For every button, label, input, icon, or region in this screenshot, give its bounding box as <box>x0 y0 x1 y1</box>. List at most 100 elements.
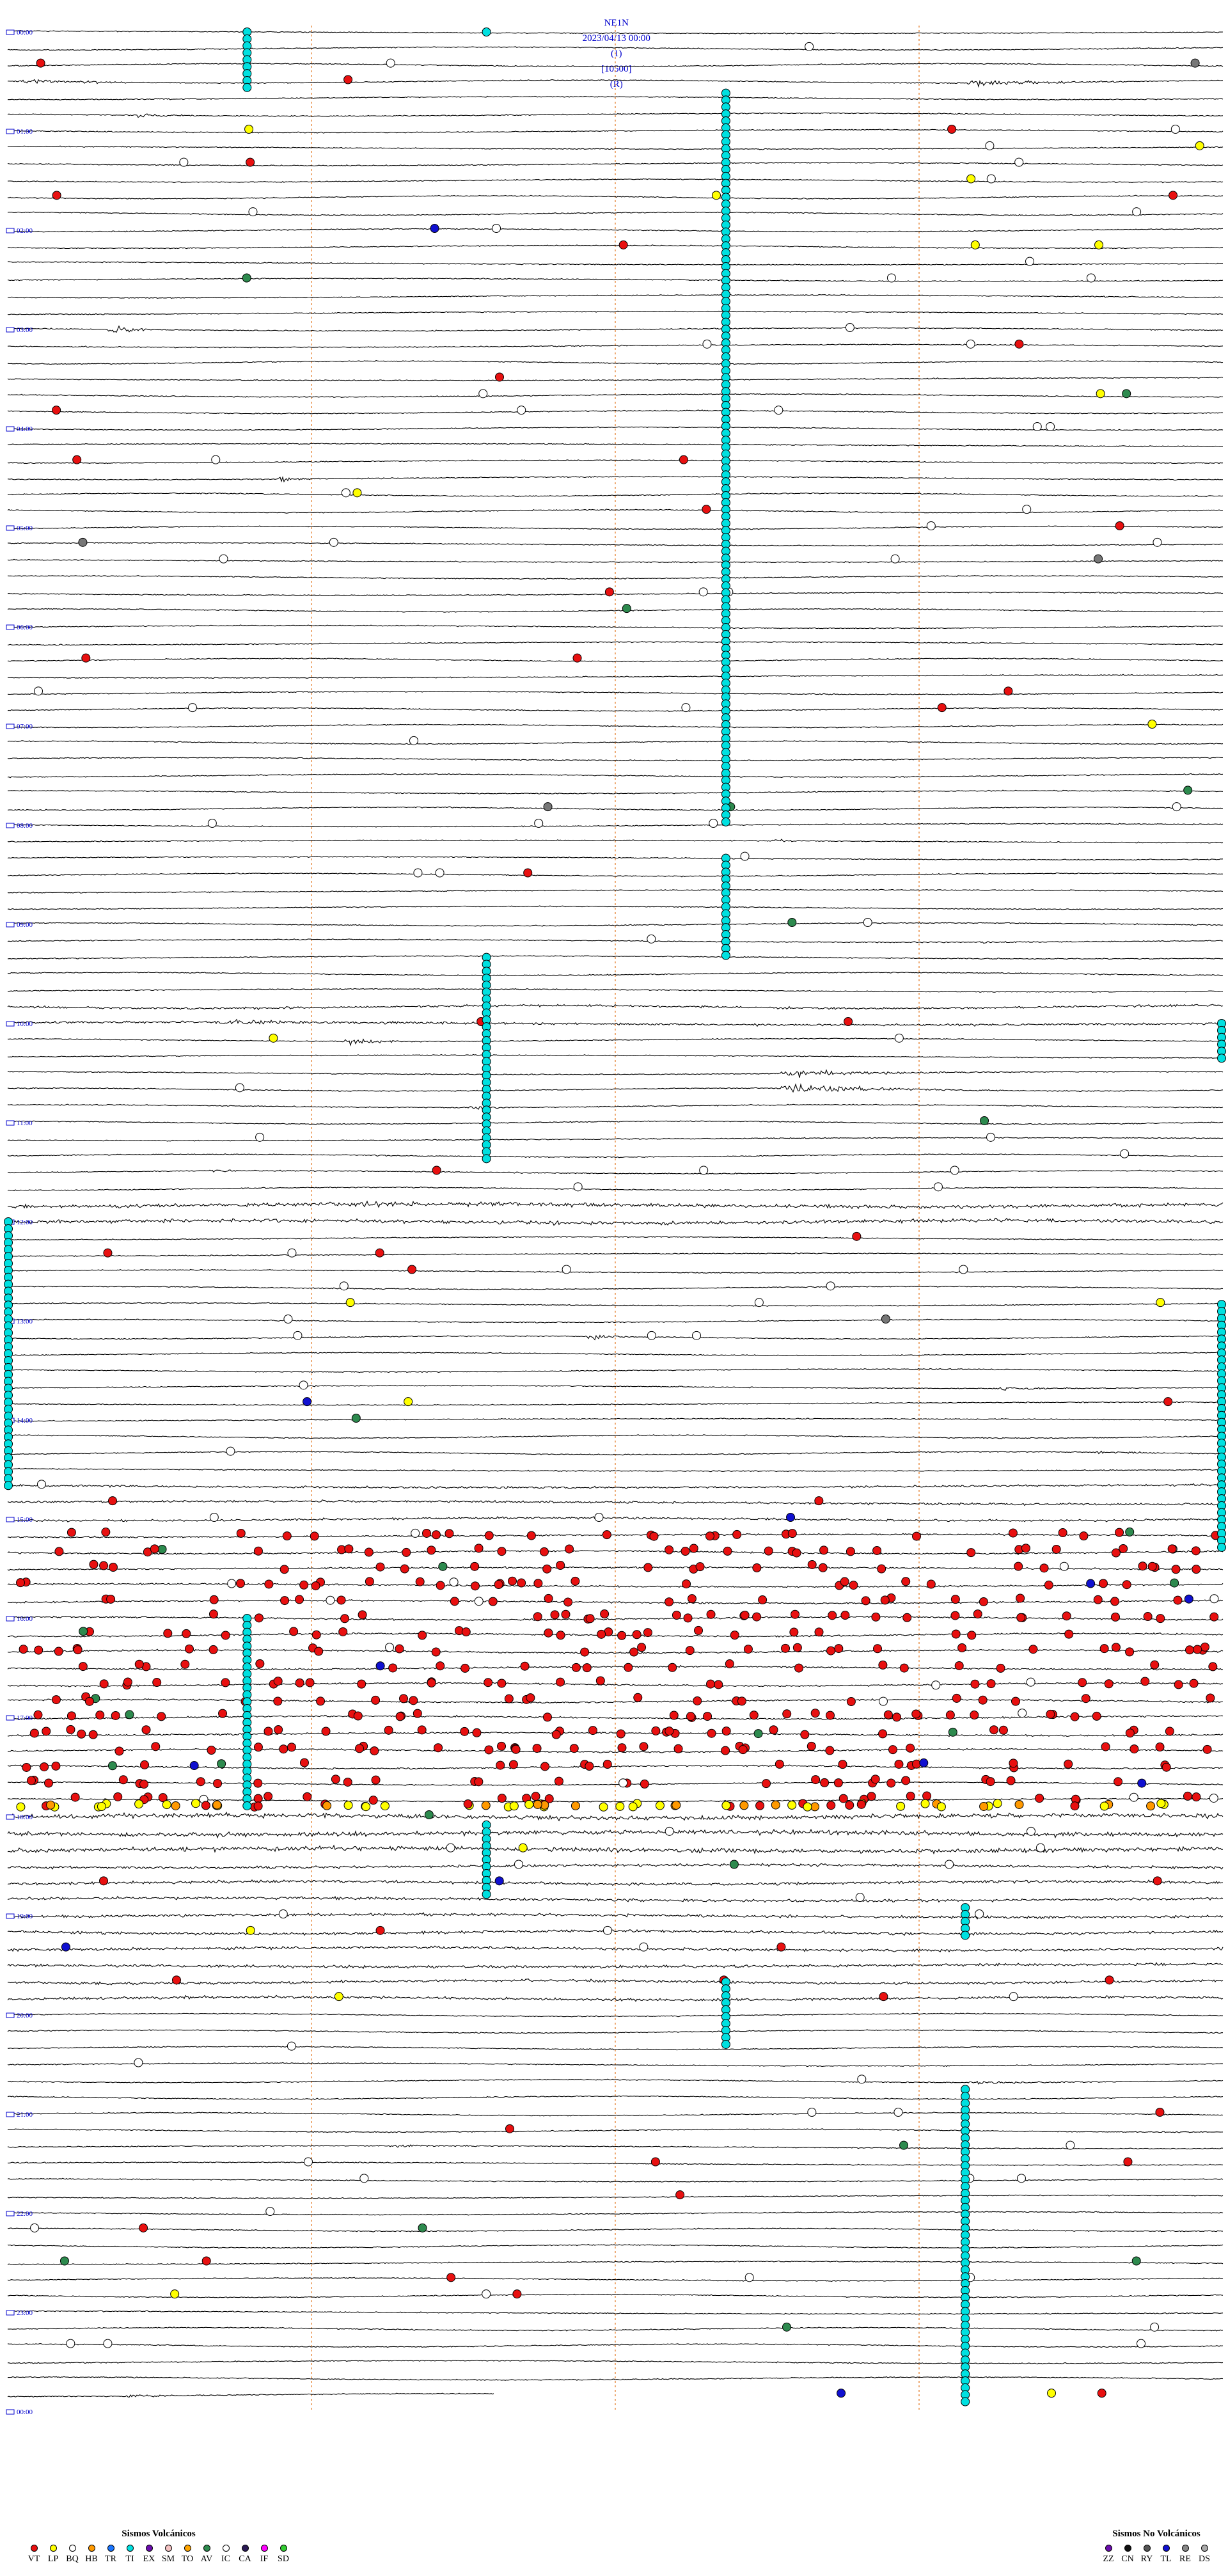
legend-non-volcanic-dot-ds <box>1200 2545 1208 2552</box>
legend-volcanic-if: IF <box>256 2545 272 2564</box>
event-marker-vt <box>1081 1694 1090 1703</box>
event-marker-vt <box>207 1745 216 1755</box>
event-marker-vt <box>554 1776 563 1786</box>
event-marker-vt <box>494 1580 503 1590</box>
legend-volcanic-code-lp: LP <box>47 2554 59 2564</box>
event-marker <box>562 1265 571 1274</box>
event-marker-vt <box>833 1778 843 1788</box>
event-marker <box>675 2190 685 2200</box>
event-marker <box>303 2157 313 2167</box>
legend-volcanic-code-sm: SM <box>161 2554 175 2564</box>
event-marker <box>246 157 255 167</box>
event-marker-vt <box>840 1611 850 1620</box>
event-marker-vt <box>436 1581 445 1590</box>
event-marker-vt <box>253 1742 263 1752</box>
event-marker-vt <box>470 1581 480 1591</box>
event-marker-vt <box>870 1774 880 1784</box>
hour-tick-box <box>6 2409 15 2415</box>
event-marker-vt <box>957 1643 967 1652</box>
event-marker <box>171 1801 180 1810</box>
hour-tick-box <box>6 228 15 233</box>
event-marker-vt <box>1079 1531 1089 1541</box>
event-marker-vt <box>375 1661 385 1671</box>
event-marker-vt <box>706 1609 716 1619</box>
event-marker-vt <box>399 1694 409 1703</box>
legend-volcanic-dot-to <box>184 2545 191 2552</box>
event-marker-vt <box>1115 1528 1124 1537</box>
event-marker-vt <box>151 1742 161 1751</box>
event-marker-vt <box>67 1528 76 1537</box>
event-marker-vt <box>639 1742 649 1751</box>
hour-label: 19:00 <box>17 1913 33 1920</box>
event-marker-vt <box>1070 1712 1080 1721</box>
event-marker <box>807 2108 817 2117</box>
event-marker-vt <box>365 1577 374 1586</box>
event-marker <box>699 1166 709 1175</box>
legend-volcanic-vt: VT <box>26 2545 42 2564</box>
event-marker-vt <box>287 1742 296 1752</box>
event-marker-vt <box>235 1579 245 1588</box>
event-marker <box>672 1800 681 1810</box>
event-marker-vt <box>209 1645 218 1654</box>
event-marker <box>814 1496 824 1506</box>
event-marker <box>1156 1799 1166 1808</box>
event-marker-vt <box>970 1679 980 1689</box>
event-marker-vt <box>551 1730 561 1739</box>
tremor-column <box>1217 1054 1226 1063</box>
event-marker-vt <box>986 1777 995 1787</box>
event-marker <box>1105 1975 1114 1985</box>
hour-tick-box <box>6 922 15 928</box>
event-marker-vt <box>1200 1642 1209 1652</box>
event-marker <box>573 1182 583 1192</box>
event-marker-vt <box>826 1711 835 1720</box>
event-marker <box>293 1331 303 1340</box>
event-marker-vt <box>221 1631 230 1640</box>
event-marker <box>936 1802 946 1812</box>
event-marker-vt <box>34 1645 43 1655</box>
event-marker-vt <box>180 1659 190 1669</box>
event-marker <box>375 1925 385 1935</box>
event-marker-vt <box>580 1647 590 1657</box>
event-marker <box>805 42 814 51</box>
event-marker-vt <box>213 1779 223 1789</box>
hour-tick-box <box>6 1913 15 1919</box>
event-marker-vt <box>1011 1696 1020 1706</box>
legend-volcanic-lp: LP <box>45 2545 61 2564</box>
event-marker-vt <box>402 1547 411 1557</box>
event-marker-vt <box>370 1746 379 1756</box>
event-marker-vt <box>531 1792 540 1801</box>
event-marker-vt <box>413 1709 422 1718</box>
hour-tick-box <box>6 723 15 729</box>
event-marker <box>1170 125 1180 134</box>
event-marker-vt <box>840 1577 849 1586</box>
hour-tick-box <box>6 2012 15 2018</box>
event-marker <box>881 1315 890 1324</box>
event-marker-vt <box>497 1547 507 1556</box>
legend-non-volcanic-items: ZZ CN RY TL RE DS <box>1100 2545 1213 2564</box>
event-marker-vt <box>460 1727 469 1736</box>
event-marker <box>134 2058 143 2067</box>
event-marker-vt <box>789 1627 799 1637</box>
event-marker <box>1153 1876 1162 1886</box>
helicorder-plot: 00:00 01:00 02:00 03:00 04:00 05:00 06:00 07:00… <box>4 26 1226 2416</box>
hour-tick-box <box>6 2211 15 2216</box>
event-marker-vt <box>1006 1776 1016 1785</box>
event-marker <box>517 406 526 415</box>
event-marker <box>1009 1992 1018 2002</box>
event-marker <box>253 1801 263 1811</box>
event-marker-vt <box>415 1577 425 1586</box>
event-marker <box>207 819 217 828</box>
event-marker-vt <box>886 1778 896 1788</box>
event-marker <box>375 1248 384 1258</box>
legend-volcanic-dot-ca <box>241 2545 249 2552</box>
event-marker-vt <box>106 1594 116 1604</box>
hour-tick-box <box>6 1814 15 1820</box>
event-marker-vt <box>474 1777 484 1787</box>
event-marker-vt <box>819 1545 829 1555</box>
event-marker-vt <box>303 1792 312 1801</box>
event-marker-vt <box>484 1745 494 1755</box>
event-marker-vt <box>1064 1629 1074 1639</box>
event-marker-vt <box>196 1777 205 1787</box>
event-marker-vt <box>738 1745 748 1755</box>
event-marker-vt <box>70 1792 80 1802</box>
